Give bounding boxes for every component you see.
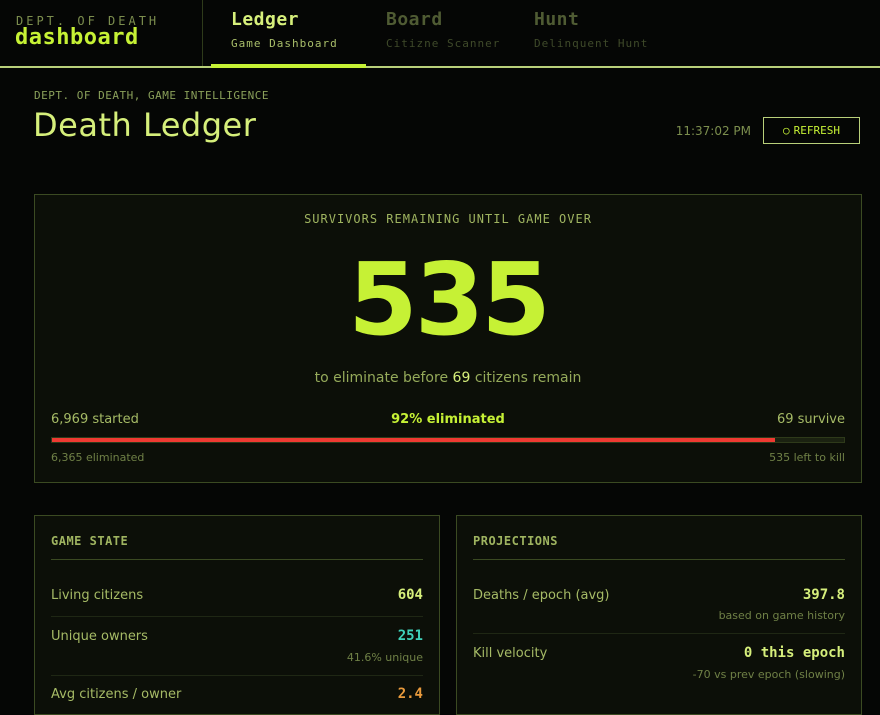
survive-count: 69 survive <box>776 412 845 427</box>
tab-ledger-subtitle: Game Dashboard <box>231 37 338 50</box>
elimination-progress-bar <box>51 437 845 443</box>
tab-hunt[interactable]: Hunt Delinquent Hunt <box>514 0 664 66</box>
row-divider <box>473 633 845 634</box>
tab-ledger-title: Ledger <box>231 9 300 30</box>
subtitle-remaining-count: 69 <box>452 370 471 386</box>
game-state-card: GAME STATE Living citizens 604 Unique ow… <box>34 515 440 715</box>
refresh-button[interactable]: ○ REFRESH <box>763 117 860 144</box>
eliminated-percent: 92% eliminated <box>391 412 505 427</box>
row-divider <box>51 616 423 617</box>
stat-label: Living citizens <box>51 588 144 603</box>
card-divider <box>473 559 845 560</box>
projections-title: PROJECTIONS <box>473 534 558 548</box>
left-to-kill-count: 535 left to kill <box>769 451 845 464</box>
survivors-subtitle: to eliminate before 69 citizens remain <box>35 370 861 386</box>
stat-value: 251 <box>397 628 423 644</box>
page-eyebrow: DEPT. OF DEATH, GAME INTELLIGENCE <box>34 89 270 102</box>
tab-board[interactable]: Board Citizne Scanner <box>366 0 514 66</box>
tab-hunt-title: Hunt <box>534 9 580 30</box>
stat-label: Unique owners <box>51 629 148 644</box>
card-divider <box>51 559 423 560</box>
survivors-panel: SURVIVORS REMAINING UNTIL GAME OVER 535 … <box>34 194 862 483</box>
projection-note: based on game history <box>718 609 845 622</box>
stat-value: 604 <box>397 587 423 603</box>
subtitle-prefix: to eliminate before <box>314 370 449 386</box>
brand-logo-text: dashboard <box>15 25 139 50</box>
row-divider <box>51 675 423 676</box>
eliminated-count: 6,365 eliminated <box>51 451 145 464</box>
tab-ledger[interactable]: Ledger Game Dashboard <box>211 0 366 68</box>
projection-note: -70 vs prev epoch (slowing) <box>692 668 845 681</box>
tab-board-title: Board <box>386 9 443 30</box>
projection-value: 0 this epoch <box>743 645 845 661</box>
projection-value: 397.8 <box>802 587 845 603</box>
stat-note: 41.6% unique <box>346 651 423 664</box>
survivors-count: 535 <box>348 241 551 358</box>
game-state-title: GAME STATE <box>51 534 129 548</box>
page-title: Death Ledger <box>33 106 257 144</box>
refresh-icon: ○ <box>783 124 790 137</box>
active-tab-indicator <box>211 64 366 68</box>
survivors-label: SURVIVORS REMAINING UNTIL GAME OVER <box>304 212 592 226</box>
brand[interactable]: DEPT. OF DEATH dashboard <box>0 0 203 66</box>
top-nav: DEPT. OF DEATH dashboard Ledger Game Das… <box>0 0 880 68</box>
projection-label: Deaths / epoch (avg) <box>473 588 610 603</box>
last-updated-time: 11:37:02 PM <box>675 124 751 138</box>
tab-board-subtitle: Citizne Scanner <box>386 37 501 50</box>
projection-label: Kill velocity <box>473 646 548 661</box>
refresh-button-label: REFRESH <box>793 124 840 137</box>
elimination-progress-fill <box>52 438 776 442</box>
stat-value: 2.4 <box>397 686 423 702</box>
subtitle-suffix: citizens remain <box>474 370 582 386</box>
stat-label: Avg citizens / owner <box>51 687 182 702</box>
projections-card: PROJECTIONS Deaths / epoch (avg) 397.8 b… <box>456 515 862 715</box>
tab-hunt-subtitle: Delinquent Hunt <box>534 37 649 50</box>
